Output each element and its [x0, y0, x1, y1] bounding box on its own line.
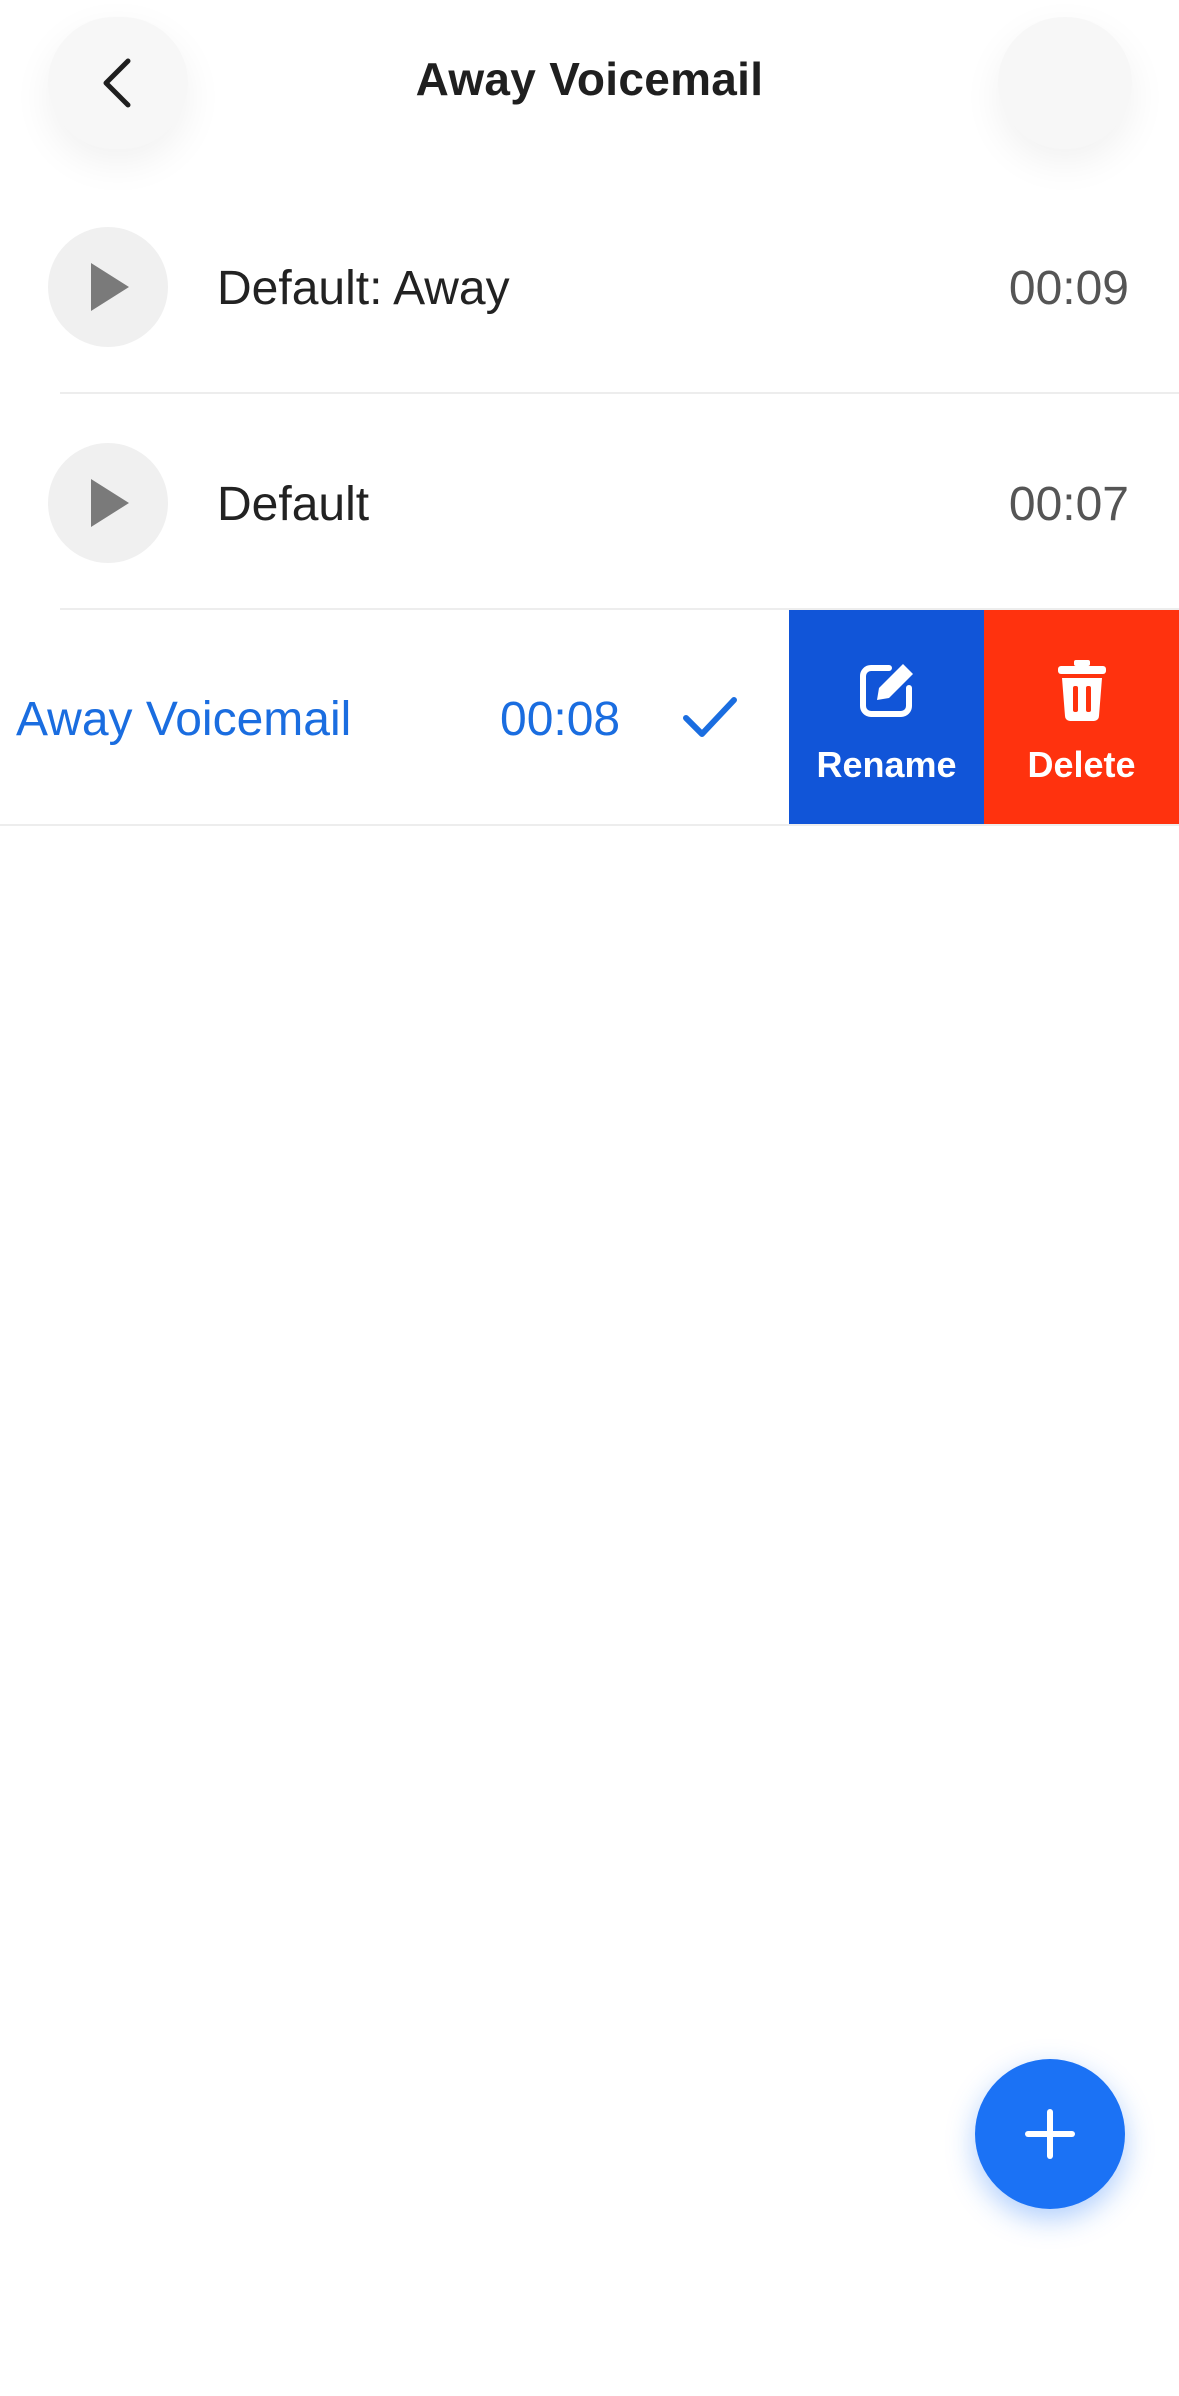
play-button[interactable]	[48, 227, 168, 347]
recording-name: Away Voicemail	[16, 693, 352, 746]
play-button[interactable]	[48, 443, 168, 563]
recording-name: Default	[217, 478, 370, 531]
recording-duration: 00:09	[1008, 262, 1129, 315]
delete-button[interactable]: Delete	[984, 610, 1179, 826]
plus-icon	[1025, 2109, 1075, 2159]
row-divider	[60, 392, 1179, 394]
swiped-list-item[interactable]: Away Voicemail 00:08 Rename Delete	[0, 610, 1179, 826]
header-bar: Away Voicemail	[0, 0, 1179, 180]
play-icon	[91, 479, 129, 527]
edit-icon	[859, 664, 913, 717]
recording-name: Default: Away	[217, 262, 510, 315]
checkmark-icon	[683, 697, 737, 737]
trash-icon	[1057, 660, 1106, 721]
list-item[interactable]: Default: Away 00:09	[0, 180, 1179, 394]
header-action-button[interactable]	[998, 17, 1132, 149]
recording-duration: 00:07	[1008, 478, 1129, 531]
recording-duration: 00:08	[500, 693, 621, 746]
play-icon	[91, 263, 129, 311]
add-recording-button[interactable]	[975, 2059, 1125, 2209]
row-divider	[0, 824, 1179, 826]
list-item[interactable]: Default 00:07	[0, 396, 1179, 610]
delete-label: Delete	[1027, 744, 1136, 785]
rename-label: Rename	[816, 744, 957, 785]
rename-button[interactable]: Rename	[789, 610, 984, 826]
